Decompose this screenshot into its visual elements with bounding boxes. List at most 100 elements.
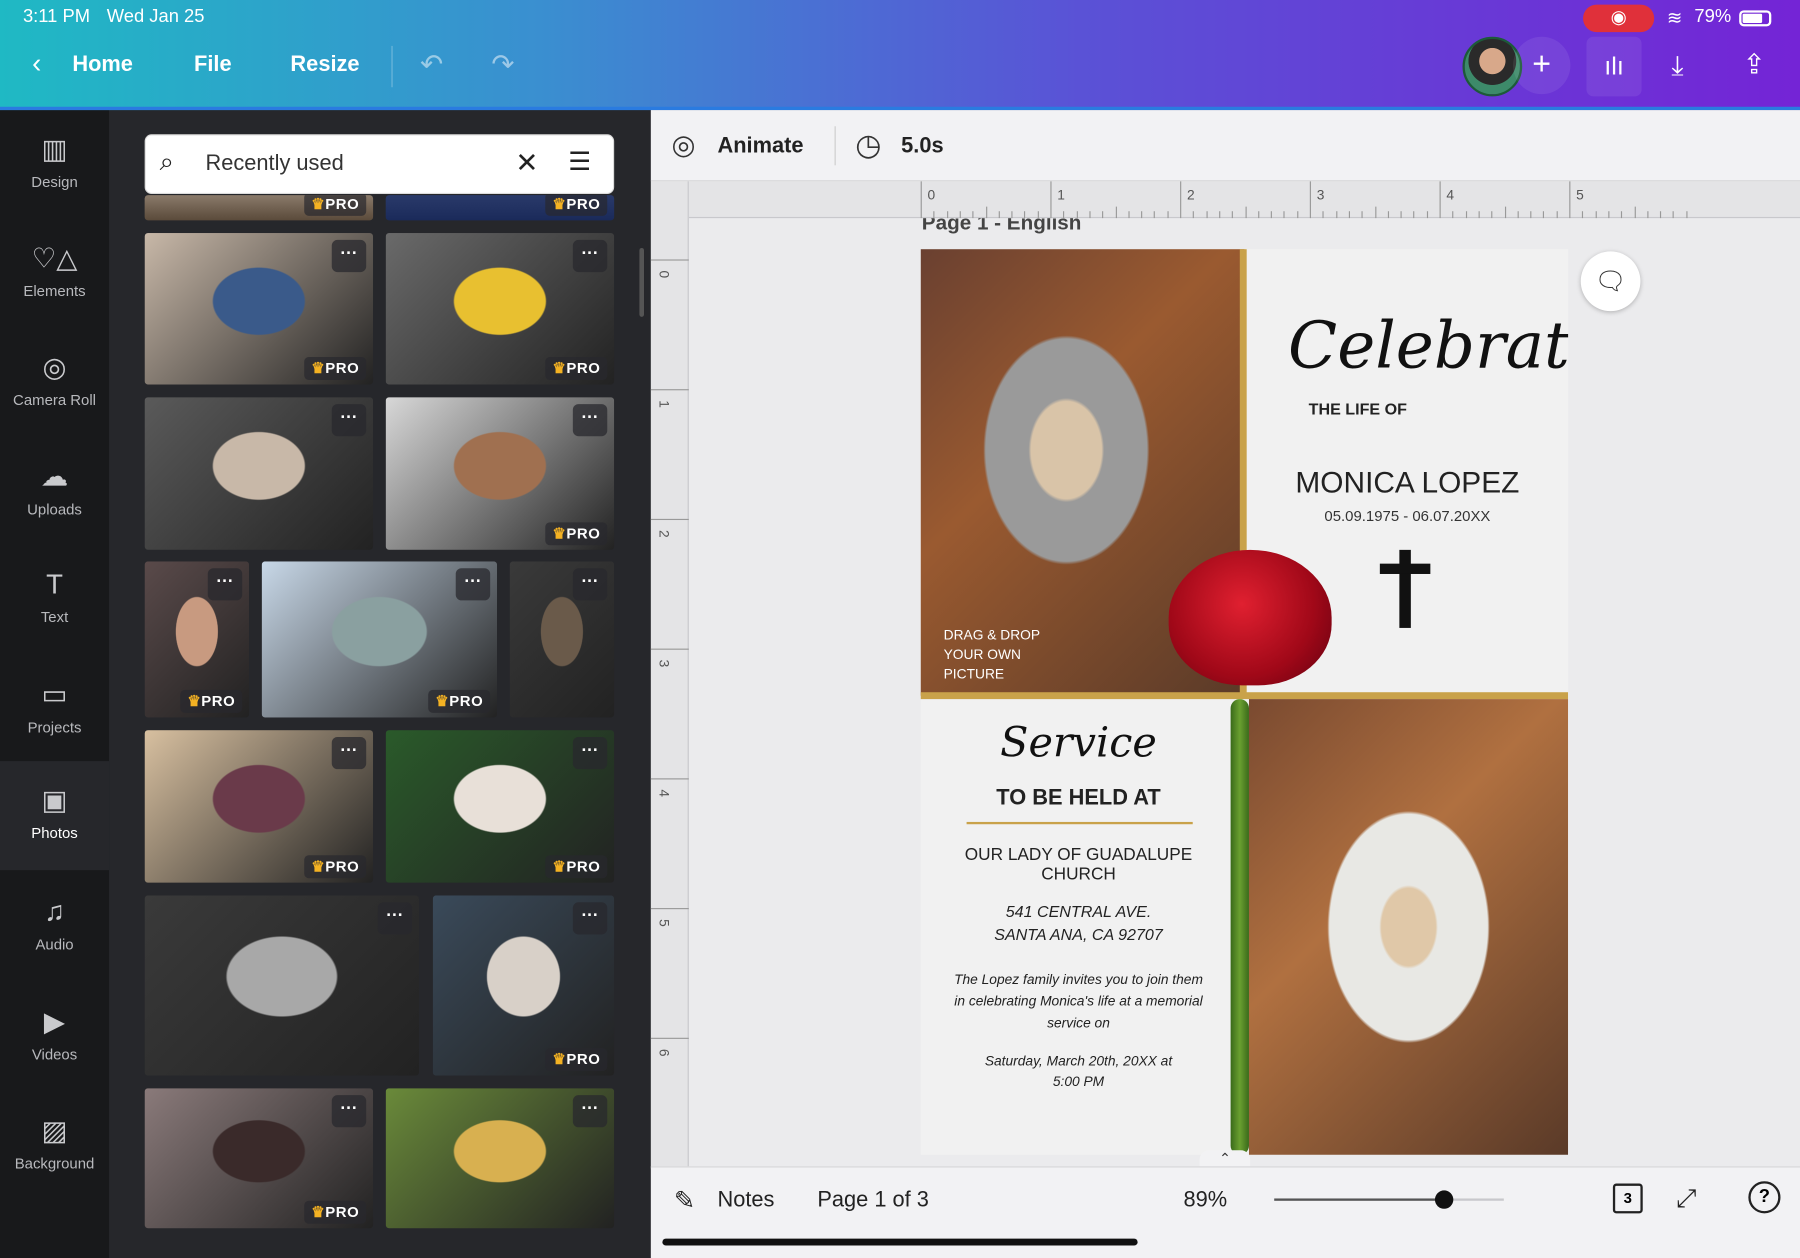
pro-badge: ♛PRO bbox=[180, 689, 243, 713]
photo-thumb[interactable]: ··· ♛PRO bbox=[144, 233, 374, 385]
rail-elements[interactable]: ♡△ Elements bbox=[0, 242, 109, 299]
ruler-minor-tick bbox=[1063, 211, 1065, 219]
ruler-minor-tick bbox=[1504, 206, 1506, 219]
photo-thumb[interactable]: ··· ♛PRO bbox=[144, 730, 374, 883]
rail-photos[interactable]: ▣ Photos bbox=[0, 761, 110, 871]
notes-button[interactable]: Notes bbox=[717, 1188, 774, 1213]
rail-label: Uploads bbox=[27, 500, 82, 518]
ruler-minor-tick bbox=[1206, 211, 1208, 219]
add-collaborator-button[interactable]: + bbox=[1513, 36, 1571, 95]
shapes-icon: ♡△ bbox=[31, 243, 78, 275]
wifi-icon: ≋ bbox=[1666, 9, 1683, 29]
photo-thumb[interactable]: ··· bbox=[509, 561, 615, 718]
portrait-photo-bottom[interactable] bbox=[1248, 699, 1569, 1155]
photo-thumb[interactable]: ··· ♛PRO bbox=[144, 561, 250, 718]
rail-design[interactable]: ▥ Design bbox=[0, 133, 109, 190]
rail-audio[interactable]: ♫ Audio bbox=[0, 897, 109, 953]
ruler-minor-tick bbox=[1530, 211, 1532, 219]
more-options-icon[interactable]: ··· bbox=[377, 902, 413, 935]
more-options-icon[interactable]: ··· bbox=[331, 239, 367, 273]
ruler-minor-tick bbox=[1141, 211, 1143, 219]
photo-thumb[interactable]: ··· ♛PRO bbox=[144, 1088, 374, 1229]
ruler-minor-tick bbox=[1089, 211, 1091, 219]
filter-icon[interactable]: ☰ bbox=[568, 147, 591, 177]
zoom-slider-handle[interactable] bbox=[1434, 1190, 1454, 1209]
resize-button[interactable]: Resize bbox=[290, 53, 359, 78]
screen-record-indicator[interactable]: ◉ bbox=[1583, 4, 1655, 33]
more-options-icon[interactable]: ··· bbox=[572, 902, 608, 935]
pro-badge: ♛PRO bbox=[545, 855, 608, 879]
insights-icon[interactable]: ılı bbox=[1586, 36, 1642, 97]
file-menu[interactable]: File bbox=[194, 53, 232, 78]
when-text: Saturday, March 20th, 20XX at 5:00 PM bbox=[984, 1052, 1173, 1090]
photo-thumb[interactable]: ··· bbox=[385, 1088, 615, 1229]
photo-thumb[interactable]: ♛PRO bbox=[385, 195, 615, 221]
ruler-tick bbox=[650, 259, 689, 261]
photo-thumb[interactable]: ♛PRO bbox=[144, 195, 374, 221]
more-options-icon[interactable]: ··· bbox=[455, 568, 491, 601]
fullscreen-icon[interactable]: ⤢ bbox=[1676, 1184, 1696, 1214]
photo-thumb[interactable]: ··· bbox=[144, 397, 374, 550]
duration-button[interactable]: 5.0s bbox=[901, 134, 943, 159]
ruler-label: 3 bbox=[1316, 187, 1325, 204]
photo-thumb[interactable]: ··· ♛PRO bbox=[385, 730, 615, 883]
zoom-percent[interactable]: 89% bbox=[1184, 1188, 1228, 1213]
more-options-icon[interactable]: ··· bbox=[572, 568, 608, 601]
ruler-minor-tick bbox=[1270, 211, 1273, 219]
home-button[interactable]: Home bbox=[72, 53, 133, 78]
photo-thumb[interactable]: ··· ♛PRO bbox=[385, 233, 615, 385]
address-text: 541 CENTRAL AVE. SANTA ANA, CA 92707 bbox=[994, 902, 1163, 944]
bottom-bar: ✎ Notes Page 1 of 3 89% 3 ⤢ ? bbox=[650, 1166, 1800, 1258]
search-bar[interactable]: ⌕ Recently used ✕ ☰ bbox=[144, 134, 615, 195]
divider bbox=[834, 126, 836, 166]
more-options-icon[interactable]: ··· bbox=[572, 1095, 608, 1128]
more-options-icon[interactable]: ··· bbox=[331, 404, 367, 437]
page-grid-button[interactable]: 3 bbox=[1612, 1183, 1643, 1214]
rail-text[interactable]: T Text bbox=[0, 569, 109, 625]
search-input[interactable]: Recently used bbox=[205, 152, 343, 177]
ruler-minor-tick bbox=[1634, 206, 1636, 219]
rail-uploads[interactable]: ☁ Uploads bbox=[0, 460, 109, 517]
animate-icon[interactable]: ◎ bbox=[672, 129, 696, 162]
music-icon: ♫ bbox=[44, 896, 65, 928]
more-options-icon[interactable]: ··· bbox=[207, 568, 243, 601]
rail-projects[interactable]: ▭ Projects bbox=[0, 678, 109, 736]
photo-thumb[interactable]: ··· ♛PRO bbox=[432, 895, 615, 1076]
ruler-minor-tick bbox=[1556, 211, 1558, 219]
photo-thumb[interactable]: ··· bbox=[144, 895, 420, 1076]
clock-icon[interactable]: ◷ bbox=[855, 127, 881, 163]
help-icon[interactable]: ? bbox=[1748, 1181, 1781, 1214]
ruler-minor-tick bbox=[1465, 211, 1467, 219]
clear-search-icon[interactable]: ✕ bbox=[515, 147, 538, 180]
more-options-icon[interactable]: ··· bbox=[572, 239, 608, 273]
rail-camera-roll[interactable]: ◎ Camera Roll bbox=[0, 351, 109, 408]
share-icon[interactable]: ⇪ bbox=[1743, 48, 1766, 81]
ruler-tick bbox=[1439, 181, 1441, 219]
more-options-icon[interactable]: ··· bbox=[331, 736, 367, 770]
more-options-icon[interactable]: ··· bbox=[572, 404, 608, 437]
page-indicator[interactable]: Page 1 of 3 bbox=[817, 1188, 929, 1213]
dates-text: 05.09.1975 - 06.07.20XX bbox=[1324, 507, 1491, 525]
design-page[interactable]: DRAG & DROPYOUR OWNPICTURE Celebrating T… bbox=[920, 249, 1569, 1155]
ruler-minor-tick bbox=[1543, 211, 1545, 219]
cross-icon-bar bbox=[1379, 563, 1431, 574]
ruler-label: 2 bbox=[655, 529, 672, 538]
rail-background[interactable]: ▨ Background bbox=[0, 1115, 109, 1172]
notes-icon[interactable]: ✎ bbox=[674, 1186, 695, 1216]
add-comment-button[interactable]: 🗨 bbox=[1580, 251, 1641, 312]
more-options-icon[interactable]: ··· bbox=[331, 1095, 367, 1128]
zoom-slider[interactable] bbox=[1274, 1190, 1504, 1209]
camera-icon: ◎ bbox=[42, 352, 67, 384]
photo-thumb[interactable]: ··· ♛PRO bbox=[385, 397, 615, 550]
more-options-icon[interactable]: ··· bbox=[572, 736, 608, 770]
ruler-minor-tick bbox=[1154, 211, 1156, 219]
animate-button[interactable]: Animate bbox=[717, 134, 803, 159]
download-icon[interactable]: ⤓ bbox=[1671, 51, 1683, 83]
panel-scrollbar[interactable] bbox=[639, 247, 645, 317]
rail-videos[interactable]: ▶ Videos bbox=[0, 1006, 109, 1063]
undo-icon[interactable]: ↶ bbox=[420, 48, 443, 81]
back-chevron-icon[interactable]: ‹ bbox=[32, 48, 41, 80]
red-rose[interactable] bbox=[1168, 549, 1332, 686]
photo-thumb[interactable]: ··· ♛PRO bbox=[261, 561, 498, 718]
redo-icon[interactable]: ↷ bbox=[491, 48, 514, 81]
